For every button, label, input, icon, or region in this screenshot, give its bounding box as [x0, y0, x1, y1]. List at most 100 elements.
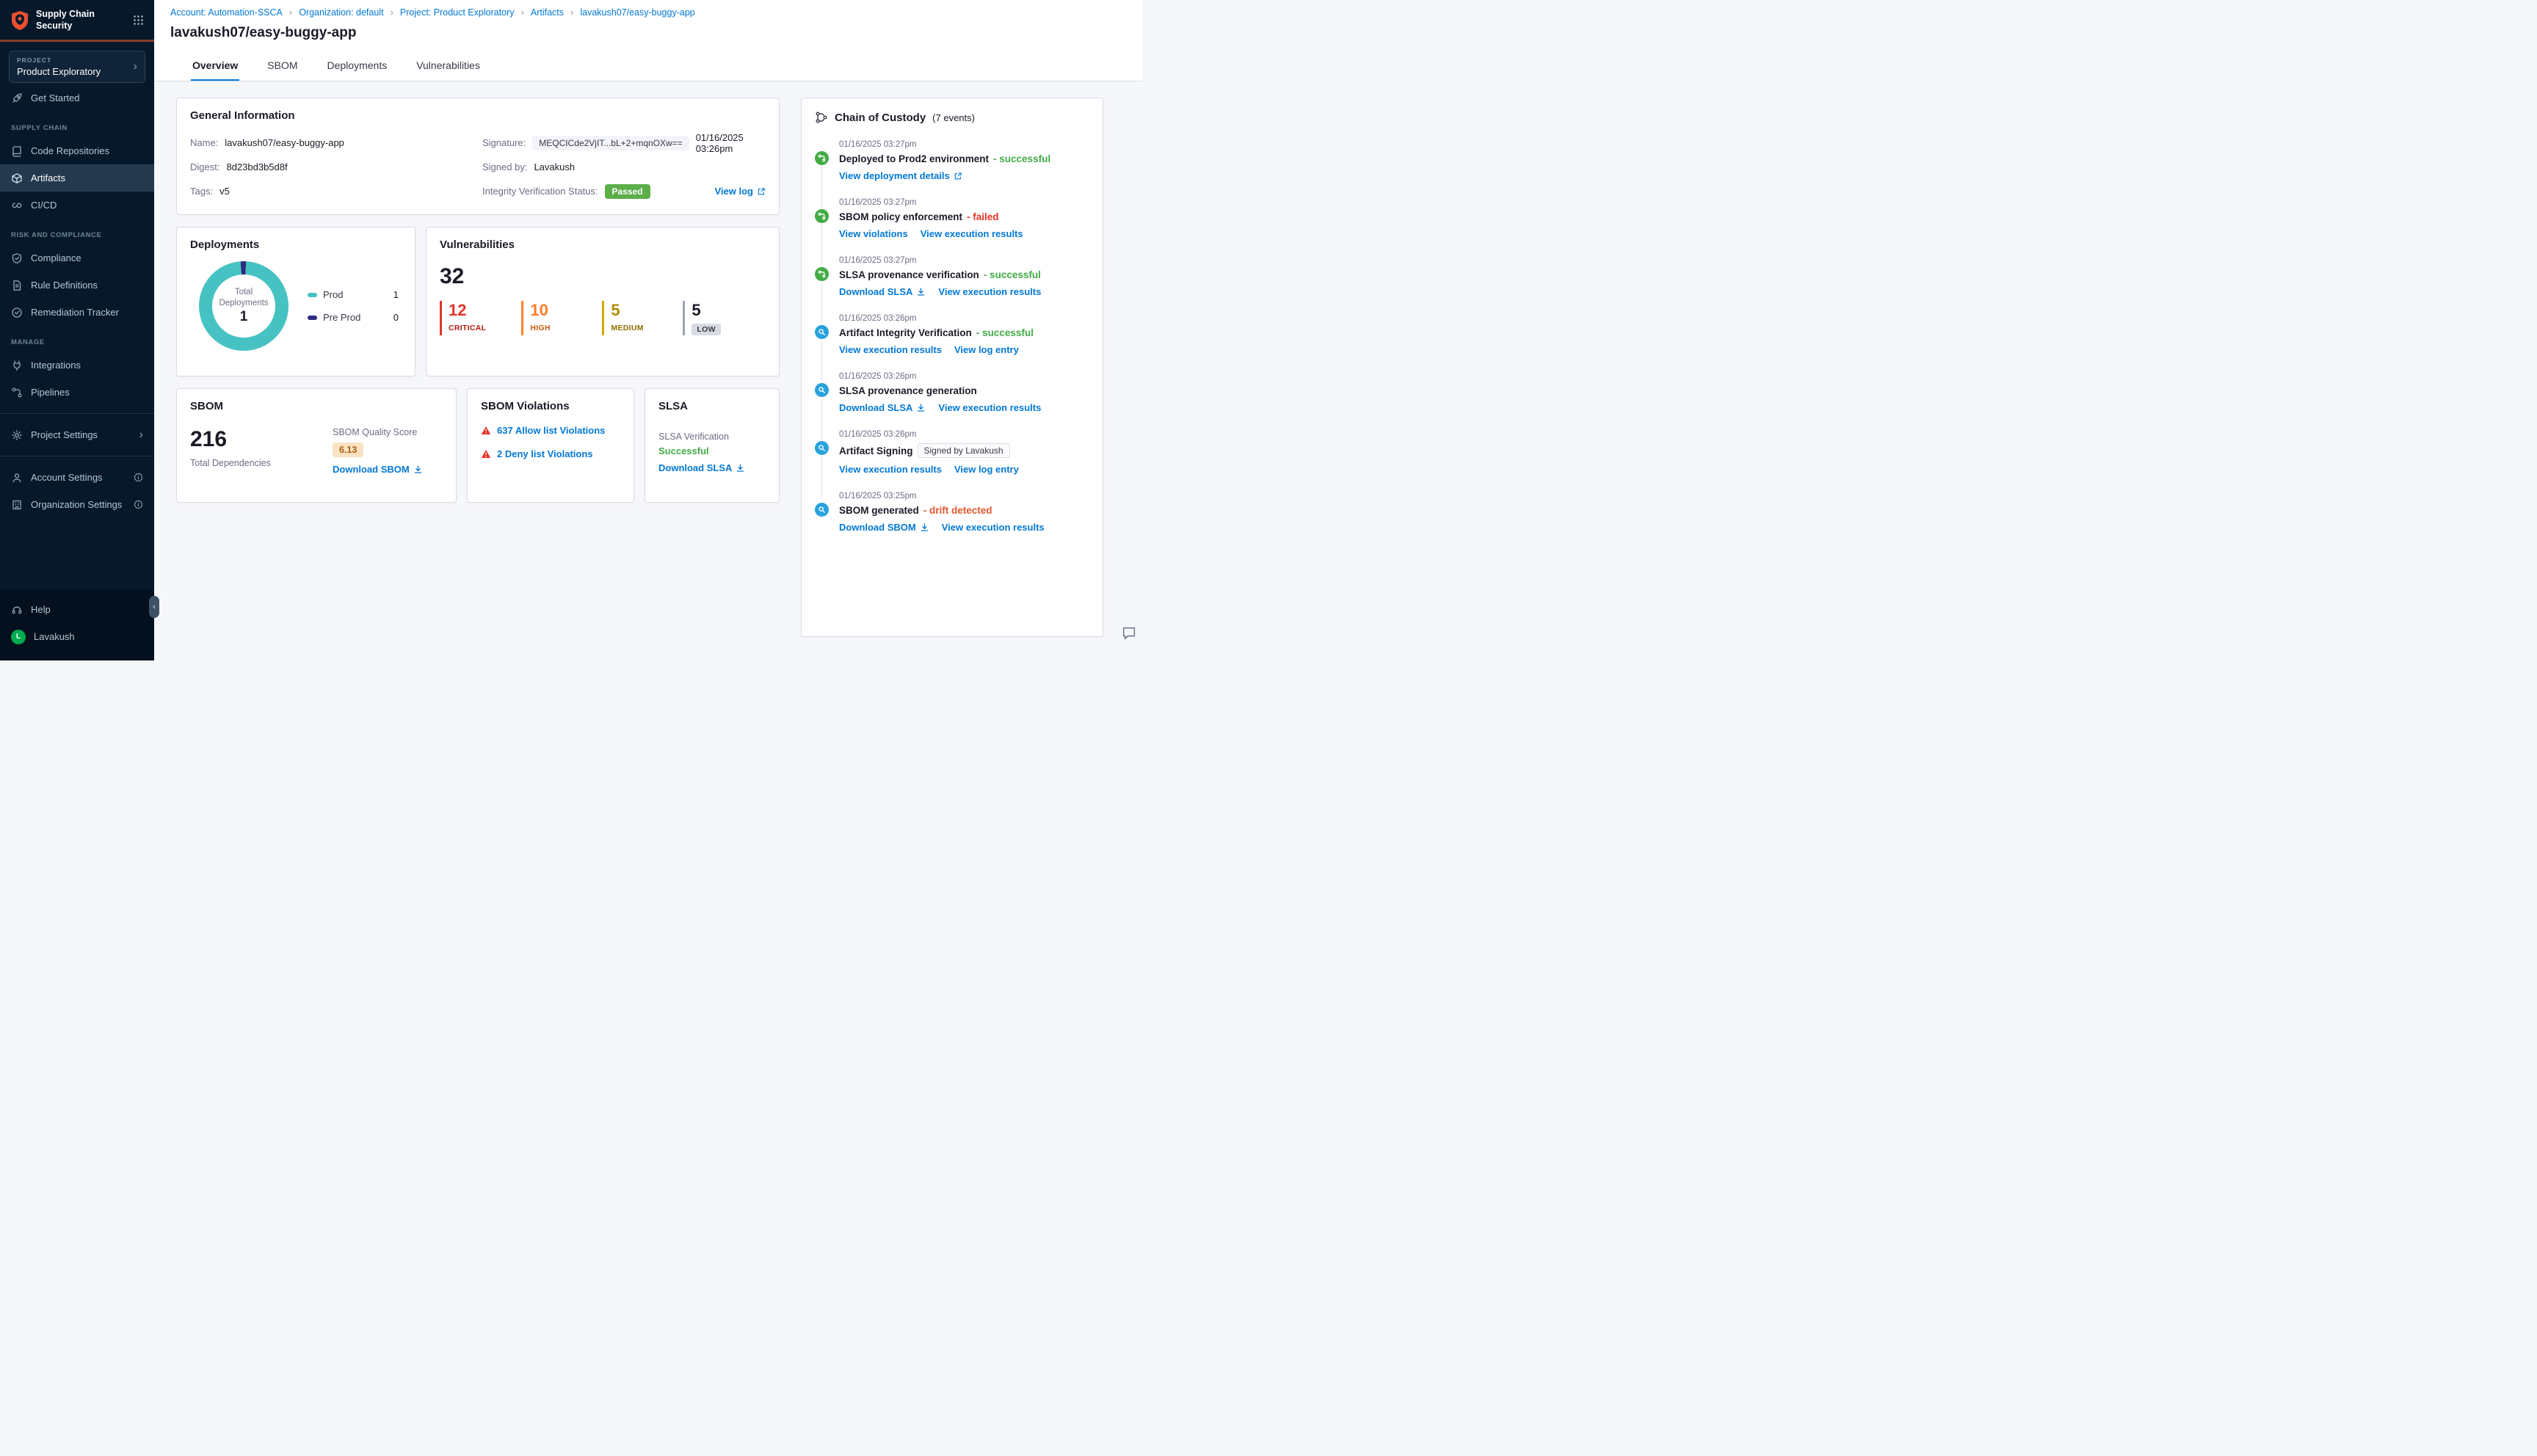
sbom-card: SBOM 216 Total Dependencies SBOM Quality…: [176, 388, 457, 503]
project-selector[interactable]: PROJECT Product Exploratory ›: [9, 51, 145, 84]
slsa-verification-label: SLSA Verification: [658, 432, 729, 442]
main-area: Account: Automation-SSCA › Organization:…: [154, 0, 1142, 660]
download-slsa-link[interactable]: Download SLSA: [839, 286, 926, 297]
chain-of-custody-icon: [815, 111, 828, 124]
avatar: L: [11, 629, 26, 644]
view-execution-results-link[interactable]: View execution results: [938, 286, 1041, 297]
tab-overview[interactable]: Overview: [191, 51, 240, 81]
coc-title: Chain of Custody: [835, 111, 926, 124]
nav-item-label: Rule Definitions: [31, 280, 98, 291]
download-sbom-link[interactable]: Download SBOM: [333, 464, 423, 475]
tags-value: v5: [219, 186, 230, 197]
info-icon[interactable]: [134, 473, 143, 482]
legend-item-prod[interactable]: Prod 1: [308, 289, 399, 300]
download-sbom-link[interactable]: Download SBOM: [839, 522, 929, 533]
download-slsa-link[interactable]: Download SLSA: [658, 462, 745, 473]
quality-score-label: SBOM Quality Score: [333, 427, 418, 437]
nav-item-code-repositories[interactable]: Code Repositories: [0, 137, 154, 164]
card-title: SLSA: [658, 400, 689, 412]
info-icon[interactable]: [134, 500, 143, 509]
event-title: SBOM generated: [839, 505, 919, 516]
nav-item-remediation-tracker[interactable]: Remediation Tracker: [0, 299, 154, 326]
breadcrumb-item-project[interactable]: Project: Product Exploratory: [400, 7, 515, 18]
app-logo: [10, 10, 29, 31]
general-info-card: General Information Name: lavakush07/eas…: [176, 98, 780, 215]
event-title: Artifact Integrity Verification: [839, 327, 972, 338]
user-menu[interactable]: L Lavakush: [0, 623, 154, 650]
document-icon: [11, 280, 23, 291]
view-violations-link[interactable]: View violations: [839, 228, 908, 239]
view-execution-results-link[interactable]: View execution results: [839, 464, 942, 475]
legend-label: Prod: [323, 289, 344, 300]
policy-enforcement-event-icon: [815, 209, 829, 223]
nav-item-label: Pipelines: [31, 387, 70, 398]
nav-item-artifacts[interactable]: Artifacts: [0, 164, 154, 192]
tab-vulnerabilities[interactable]: Vulnerabilities: [415, 51, 482, 81]
card-title: Deployments: [190, 239, 260, 251]
nav-item-pipelines[interactable]: Pipelines: [0, 379, 154, 406]
legend-item-preprod[interactable]: Pre Prod 0: [308, 312, 399, 323]
nav-item-integrations[interactable]: Integrations: [0, 352, 154, 379]
view-execution-results-link[interactable]: View execution results: [839, 344, 942, 355]
event-title: Artifact Signing: [839, 445, 913, 456]
download-slsa-link[interactable]: Download SLSA: [839, 402, 926, 413]
coc-event: 01/16/2025 03:26pm Artifact Signing Signe…: [815, 430, 1089, 475]
chat-help-icon[interactable]: [1121, 625, 1137, 641]
coc-event: 01/16/2025 03:27pm Deployed to Prod2 env…: [815, 140, 1089, 181]
tab-sbom[interactable]: SBOM: [266, 51, 299, 81]
legend-dot: [308, 315, 317, 320]
event-title: SLSA provenance verification: [839, 269, 979, 280]
breadcrumb-item-current[interactable]: lavakush07/easy-buggy-app: [580, 7, 694, 18]
person-icon: [11, 472, 23, 484]
content-area: General Information Name: lavakush07/eas…: [154, 81, 1142, 660]
chevron-right-icon: ›: [139, 428, 143, 441]
event-status: - successful: [993, 153, 1051, 164]
breadcrumb-item-account[interactable]: Account: Automation-SSCA: [170, 7, 283, 18]
nav-item-project-settings[interactable]: Project Settings ›: [0, 421, 154, 448]
nav-item-help[interactable]: Help: [0, 596, 154, 623]
app-title: Supply Chain Security: [36, 9, 95, 31]
signed-by-label: Signed by:: [482, 161, 528, 172]
nav-section-supply-chain: SUPPLY CHAIN: [11, 124, 68, 133]
view-log-link[interactable]: View log: [715, 186, 766, 197]
nav-item-label: Code Repositories: [31, 145, 109, 157]
signature-pill: MEQCICde2VjIT...bL+2+mqnOXw==: [532, 135, 689, 150]
deny-list-violations-link[interactable]: 2 Deny list Violations: [497, 448, 593, 459]
breadcrumb-item-organization[interactable]: Organization: default: [299, 7, 383, 18]
warning-icon: [481, 426, 491, 435]
deployments-donut-chart: Total Deployments 1: [199, 261, 288, 351]
nav-item-organization-settings[interactable]: Organization Settings: [0, 491, 154, 518]
nav-item-account-settings[interactable]: Account Settings: [0, 464, 154, 491]
chevron-left-icon: ‹: [153, 603, 156, 611]
coc-event: 01/16/2025 03:27pm SBOM policy enforceme…: [815, 198, 1089, 239]
app-switcher-icon[interactable]: [133, 15, 144, 26]
allow-list-violations-link[interactable]: 637 Allow list Violations: [497, 425, 605, 436]
view-execution-results-link[interactable]: View execution results: [938, 402, 1041, 413]
view-execution-results-link[interactable]: View execution results: [921, 228, 1023, 239]
nav-item-get-started[interactable]: Get Started: [0, 84, 154, 112]
deployments-card: Deployments Total Deployments 1 Prod 1 P…: [176, 227, 415, 376]
tab-deployments[interactable]: Deployments: [326, 51, 389, 81]
legend-value: 0: [393, 312, 399, 323]
download-icon: [736, 463, 745, 473]
view-log-entry-link[interactable]: View log entry: [954, 464, 1019, 475]
coc-event-count: (7 events): [932, 112, 975, 123]
nav-item-rule-definitions[interactable]: Rule Definitions: [0, 272, 154, 299]
event-time: 01/16/2025 03:26pm: [839, 372, 917, 381]
page-header: Account: Automation-SSCA › Organization:…: [154, 0, 1142, 51]
view-log-entry-link[interactable]: View log entry: [954, 344, 1019, 355]
view-execution-results-link[interactable]: View execution results: [942, 522, 1045, 533]
event-title: SLSA provenance generation: [839, 385, 977, 396]
view-deployment-details-link[interactable]: View deployment details: [839, 170, 962, 181]
sidebar-collapse-handle[interactable]: ‹: [149, 596, 159, 618]
signed-by-value: Lavakush: [534, 161, 576, 172]
nav-item-compliance[interactable]: Compliance: [0, 244, 154, 272]
overview-column: General Information Name: lavakush07/eas…: [176, 98, 780, 660]
severity-high: 10 HIGH: [521, 301, 567, 335]
nav-item-cicd[interactable]: CI/CD: [0, 192, 154, 219]
event-status: - successful: [983, 269, 1041, 280]
nav-item-label: Compliance: [31, 252, 81, 264]
breadcrumb-item-artifacts[interactable]: Artifacts: [531, 7, 564, 18]
tab-bar: Overview SBOM Deployments Vulnerabilitie…: [154, 51, 1142, 81]
severity-medium: 5 MEDIUM: [602, 301, 647, 335]
